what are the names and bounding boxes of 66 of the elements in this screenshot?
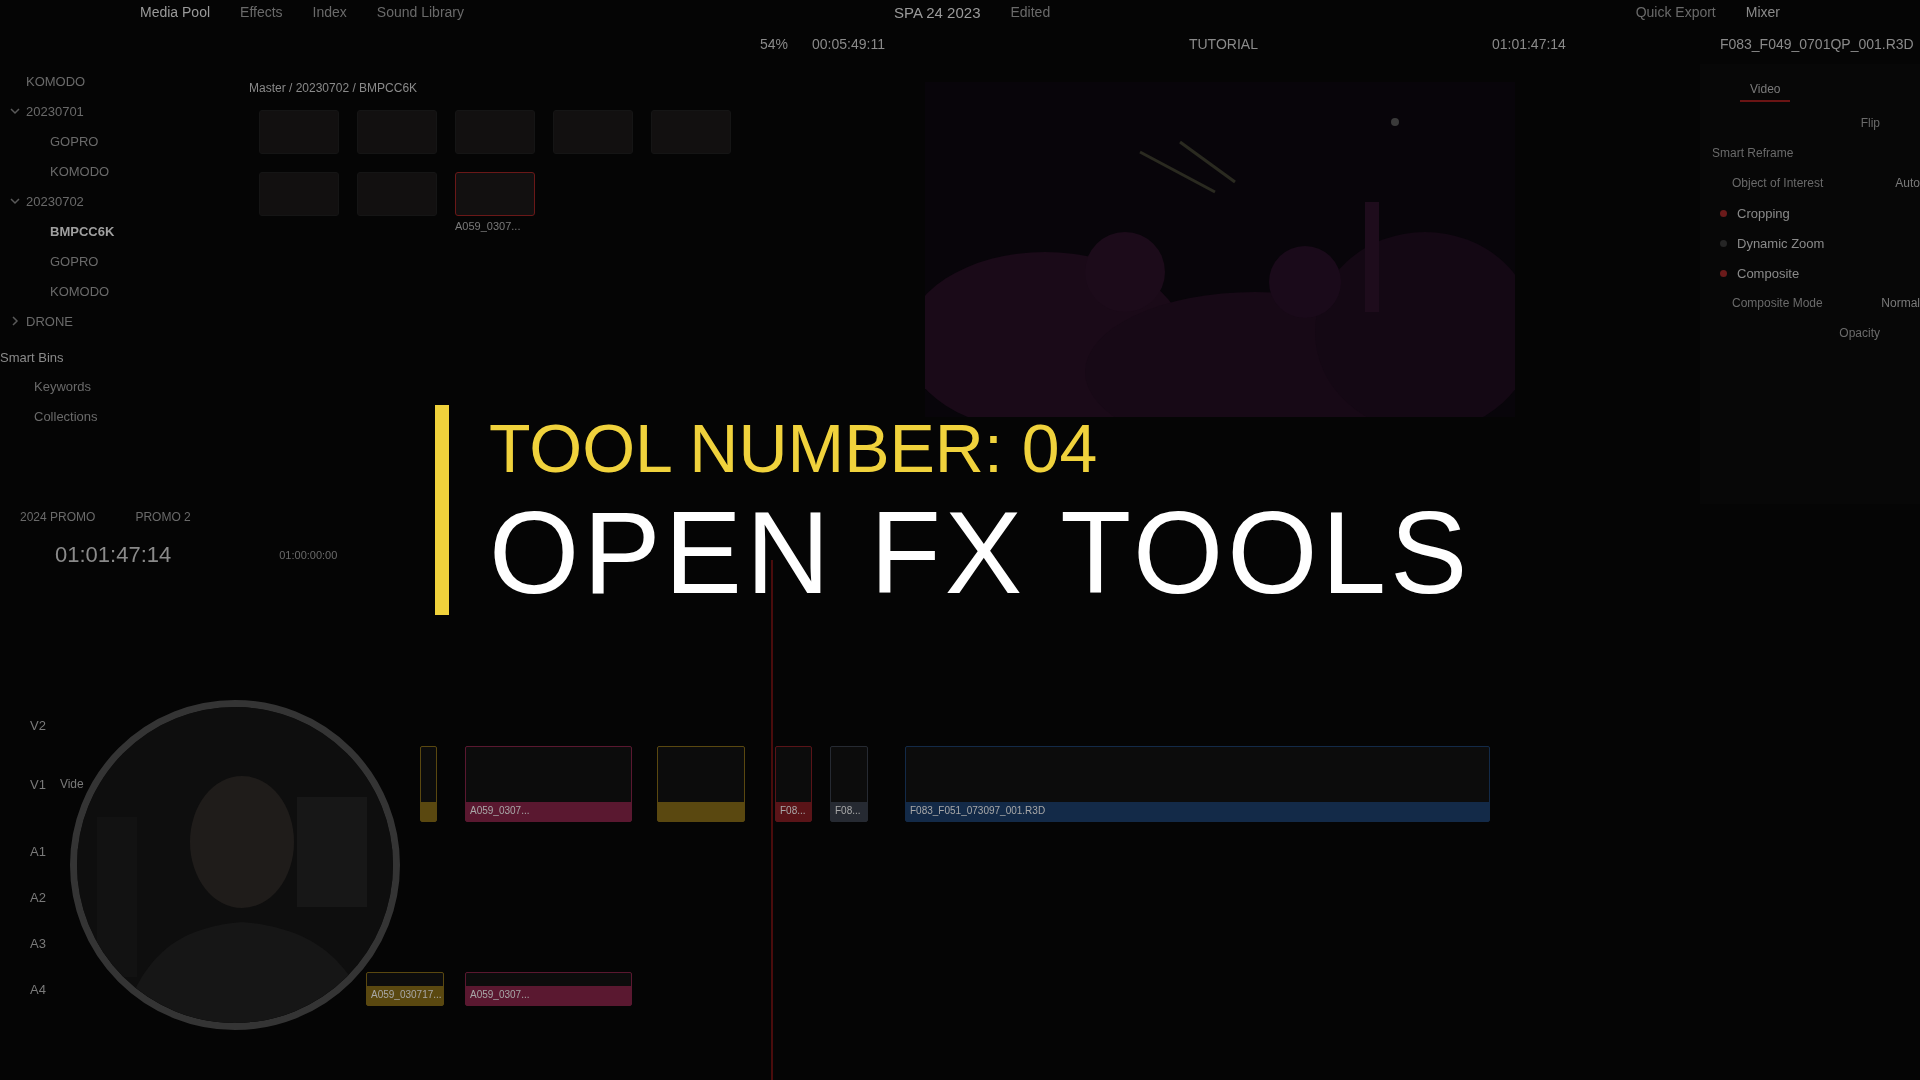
project-title: SPA 24 2023 bbox=[894, 3, 981, 21]
property-value[interactable]: Auto bbox=[1895, 176, 1920, 190]
menu-tab[interactable]: Index bbox=[312, 4, 347, 20]
bin-item[interactable]: GOPRO bbox=[50, 133, 99, 149]
property-label: Composite Mode bbox=[1732, 296, 1823, 310]
title-kicker: TOOL NUMBER: 04 bbox=[489, 409, 1099, 488]
project-status: Edited bbox=[1010, 4, 1051, 20]
timecode: 01:01:47:14 bbox=[55, 542, 172, 568]
menu-tab[interactable]: Quick Export bbox=[1635, 4, 1716, 20]
chevron-icon[interactable] bbox=[10, 316, 20, 326]
clip-name: F083_F049_0701QP_001.R3D bbox=[1719, 36, 1914, 52]
timeline-clip[interactable]: F08... bbox=[830, 746, 868, 822]
title-heading: OPEN FX TOOLS bbox=[489, 491, 1472, 615]
clip-name: A059_0307... bbox=[455, 220, 522, 232]
menu-tab[interactable]: Mixer bbox=[1745, 4, 1780, 20]
timeline-clip[interactable] bbox=[657, 746, 745, 822]
track-label: V2 bbox=[30, 717, 46, 733]
track-label: A3 bbox=[30, 935, 46, 951]
menu-tab[interactable]: Media Pool bbox=[140, 4, 211, 20]
timeline-tab[interactable]: 2024 PROMO bbox=[20, 510, 96, 524]
timeline-name[interactable]: TUTORIAL bbox=[1188, 36, 1258, 52]
toggle-dot[interactable] bbox=[1720, 239, 1727, 247]
breadcrumb: Master / 20230702 / BMPCC6K bbox=[249, 81, 418, 95]
chevron-icon[interactable] bbox=[10, 196, 20, 206]
track-label: V1 bbox=[30, 776, 46, 792]
group-title[interactable]: Cropping bbox=[1737, 205, 1790, 221]
timeline-clip[interactable]: F08... bbox=[775, 746, 812, 822]
bin-item[interactable]: DRONE bbox=[26, 313, 73, 329]
group-title[interactable]: Composite bbox=[1737, 265, 1800, 281]
property-label: Opacity bbox=[1839, 326, 1880, 340]
bin-item[interactable]: BMPCC6K bbox=[50, 223, 115, 239]
menu-tab[interactable]: Effects bbox=[240, 4, 283, 20]
bin-item[interactable]: KOMODO bbox=[50, 163, 110, 179]
timeline-clip[interactable]: A059_0307... bbox=[465, 746, 632, 822]
timecode: 01:01:47:14 bbox=[1491, 36, 1566, 52]
property-label: Flip bbox=[1860, 116, 1880, 130]
track-label: A2 bbox=[30, 889, 46, 905]
inspector-tab[interactable]: Video bbox=[1740, 78, 1791, 102]
bin-item[interactable]: 20230701 bbox=[26, 103, 84, 119]
clip-thumbnail[interactable] bbox=[455, 172, 535, 216]
timeline-clip[interactable]: F083_F051_073097_001.R3D bbox=[905, 746, 1490, 822]
bin-item[interactable]: KOMODO bbox=[26, 73, 86, 89]
ruler-label: 01:00:00:00 bbox=[279, 549, 338, 561]
timeline-clip[interactable]: A059_0307... bbox=[465, 972, 632, 1006]
property-value[interactable]: Normal bbox=[1881, 296, 1920, 310]
toggle-dot[interactable] bbox=[1720, 209, 1727, 217]
timeline-tab[interactable]: PROMO 2 bbox=[135, 510, 191, 524]
bin-item[interactable]: GOPRO bbox=[50, 253, 99, 269]
toggle-dot[interactable] bbox=[1720, 269, 1727, 277]
timeline-clip[interactable] bbox=[420, 746, 437, 822]
chevron-icon[interactable] bbox=[10, 106, 20, 116]
bin-item[interactable]: Keywords bbox=[34, 378, 92, 394]
section-title: Smart Bins bbox=[0, 350, 65, 365]
duration: 00:05:49:11 bbox=[812, 36, 885, 52]
bin-item[interactable]: 20230702 bbox=[26, 193, 84, 209]
track-label: A1 bbox=[30, 843, 46, 859]
track-label: A4 bbox=[30, 981, 46, 997]
property-label: Object of Interest bbox=[1732, 176, 1824, 190]
zoom-level: 54% bbox=[760, 36, 789, 52]
bin-item[interactable]: Collections bbox=[34, 408, 98, 424]
menu-tab[interactable]: Sound Library bbox=[376, 4, 464, 20]
track-name: Vide bbox=[59, 776, 84, 792]
group-title[interactable]: Dynamic Zoom bbox=[1737, 235, 1825, 251]
timeline-clip[interactable]: A059_030717... bbox=[366, 972, 444, 1006]
bin-item[interactable]: KOMODO bbox=[50, 283, 110, 299]
section-title[interactable]: Smart Reframe bbox=[1712, 146, 1794, 160]
